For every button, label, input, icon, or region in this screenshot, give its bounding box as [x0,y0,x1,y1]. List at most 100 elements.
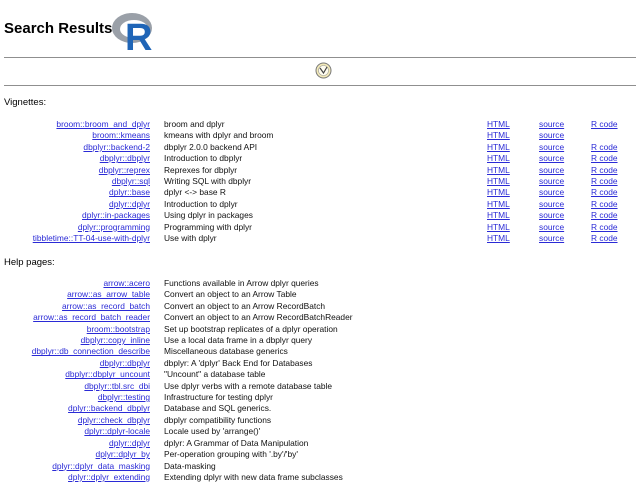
vignette-row: dplyr::dplyr Introduction to dplyr HTML sou… [4,199,636,210]
vignette-name-link[interactable]: dbplyr::backend-2 [83,142,150,152]
help-page-link[interactable]: dplyr::dplyr_data_masking [52,461,150,471]
vignette-rcode-link[interactable]: R code [591,222,618,233]
help-page-link[interactable]: dbplyr::db_connection_describe [32,346,150,356]
vignette-rcode-link[interactable]: R code [591,176,618,187]
vignette-source-link-cell: source [539,233,591,244]
vignette-html-link[interactable]: HTML [487,210,510,221]
help-page-row: dbplyr::db_connection_describe Miscellane… [4,346,636,357]
vignette-name-cell: dplyr::in-packages [4,210,162,221]
vignette-name-link[interactable]: dplyr::dplyr [109,199,150,209]
vignette-rcode-link[interactable]: R code [591,199,618,210]
help-page-link[interactable]: dbplyr::testing [98,392,150,402]
help-page-row: arrow::as_record_batch_reader Convert an … [4,312,636,323]
vignette-row: broom::kmeans kmeans with dplyr and broom… [4,130,636,141]
vignette-name-link[interactable]: dplyr::base [109,187,150,197]
vignette-source-link[interactable]: source [539,130,564,141]
help-page-description: Use dplyr verbs with a remote database t… [164,380,333,391]
vignette-html-link[interactable]: HTML [487,199,510,210]
vignette-source-link[interactable]: source [539,142,564,153]
help-page-link[interactable]: dplyr::dplyr [109,438,150,448]
vignette-row: dbplyr::dbplyr Introduction to dbplyr HTML… [4,153,636,164]
vignette-source-link[interactable]: source [539,165,564,176]
vignette-description: Introduction to dbplyr [164,153,243,164]
help-page-description: Convert an object to an Arrow RecordBatc… [164,300,326,311]
vignette-source-link[interactable]: source [539,187,564,198]
vignette-source-link[interactable]: source [539,210,564,221]
vignette-name-cell: broom::kmeans [4,130,162,141]
vignette-html-link[interactable]: HTML [487,222,510,233]
home-icon[interactable] [315,62,332,79]
help-page-link[interactable]: dplyr::check_dbplyr [78,415,150,425]
vignette-source-link-cell: source [539,187,591,198]
r-logo-letter: R [125,17,152,54]
help-page-row: dbplyr::dbplyr_uncount "Uncount" a databa… [4,369,636,380]
vignette-rcode-link[interactable]: R code [591,119,618,130]
help-page-link[interactable]: dplyr::backend_dbplyr [68,403,150,413]
help-page-row: arrow::as_record_batch Convert an object … [4,301,636,312]
vignette-rcode-link-cell: R code [591,176,636,187]
vignette-source-link-cell: source [539,153,591,164]
vignette-description: Programming with dplyr [164,221,252,232]
vignette-source-link[interactable]: source [539,199,564,210]
vignette-source-link[interactable]: source [539,176,564,187]
help-page-link[interactable]: dbplyr::copy_inline [81,335,150,345]
vignette-description: kmeans with dplyr and broom [164,130,274,141]
vignette-rcode-link-cell: R code [591,153,636,164]
vignette-html-link[interactable]: HTML [487,142,510,153]
vignette-name-link[interactable]: broom::broom_and_dplyr [56,119,150,129]
vignette-description: dplyr <-> base R [164,187,226,198]
vignette-html-link[interactable]: HTML [487,153,510,164]
help-page-name-cell: dplyr::dplyr_data_masking [4,461,162,472]
vignette-name-link[interactable]: dplyr::programming [78,222,150,232]
vignette-name-cell: broom::broom_and_dplyr [4,119,162,130]
vignette-name-link[interactable]: tibbletime::TT-04-use-with-dplyr [33,233,150,243]
vignette-name-link[interactable]: broom::kmeans [92,130,150,140]
vignette-description: Use with dplyr [164,233,217,244]
vignette-name-link[interactable]: dbplyr::sql [112,176,150,186]
help-page-name-cell: dplyr::backend_dbplyr [4,403,162,414]
help-page-row: dplyr::check_dbplyr dbplyr compatibility … [4,415,636,426]
help-page-link[interactable]: arrow::as_arrow_table [67,289,150,299]
vignette-html-link-cell: HTML [487,187,539,198]
vignette-html-link[interactable]: HTML [487,187,510,198]
vignette-name-link[interactable]: dbplyr::reprex [99,165,150,175]
vignette-rcode-link[interactable]: R code [591,210,618,221]
vignette-rcode-link[interactable]: R code [591,153,618,164]
vignette-html-link[interactable]: HTML [487,176,510,187]
vignette-source-link[interactable]: source [539,119,564,130]
help-page-link[interactable]: dplyr::dplyr-locale [84,426,150,436]
help-page-link[interactable]: dbplyr::dbplyr [100,358,150,368]
help-page-name-cell: arrow::as_record_batch [4,301,162,312]
help-page-link[interactable]: arrow::as_record_batch [62,301,150,311]
help-page-link[interactable]: dplyr::dplyr_by [96,449,150,459]
vignette-html-link-cell: HTML [487,199,539,210]
help-page-name-cell: arrow::as_arrow_table [4,289,162,300]
help-page-link[interactable]: arrow::as_record_batch_reader [33,312,150,322]
vignette-rcode-link[interactable]: R code [591,233,618,244]
vignette-html-link[interactable]: HTML [487,119,510,130]
vignette-name-link[interactable]: dbplyr::dbplyr [100,153,150,163]
vignette-name-link[interactable]: dplyr::in-packages [82,210,150,220]
vignette-row: dplyr::programming Programming with dplyr… [4,222,636,233]
help-page-description: Use a local data frame in a dbplyr query [164,335,313,346]
vignette-source-link[interactable]: source [539,153,564,164]
vignette-html-link[interactable]: HTML [487,233,510,244]
vignette-rcode-link[interactable]: R code [591,187,618,198]
help-page-row: dbplyr::tbl.src_dbi Use dplyr verbs with … [4,381,636,392]
help-page-description: Locale used by 'arrange()' [164,426,261,437]
vignette-html-link[interactable]: HTML [487,130,510,141]
help-page-description: Set up bootstrap replicates of a dplyr o… [164,323,338,334]
help-page-link[interactable]: dbplyr::dbplyr_uncount [65,369,150,379]
help-page-link[interactable]: arrow::acero [103,278,150,288]
vignette-html-link-cell: HTML [487,210,539,221]
vignette-rcode-link[interactable]: R code [591,165,618,176]
vignette-html-link[interactable]: HTML [487,165,510,176]
vignette-description: Writing SQL with dbplyr [164,176,252,187]
vignette-rcode-link-cell [591,130,636,141]
vignette-source-link[interactable]: source [539,233,564,244]
help-page-link[interactable]: broom::bootstrap [87,324,150,334]
vignette-source-link[interactable]: source [539,222,564,233]
vignette-rcode-link[interactable]: R code [591,142,618,153]
help-page-link[interactable]: dplyr::dplyr_extending [68,472,150,482]
help-page-link[interactable]: dbplyr::tbl.src_dbi [84,381,150,391]
